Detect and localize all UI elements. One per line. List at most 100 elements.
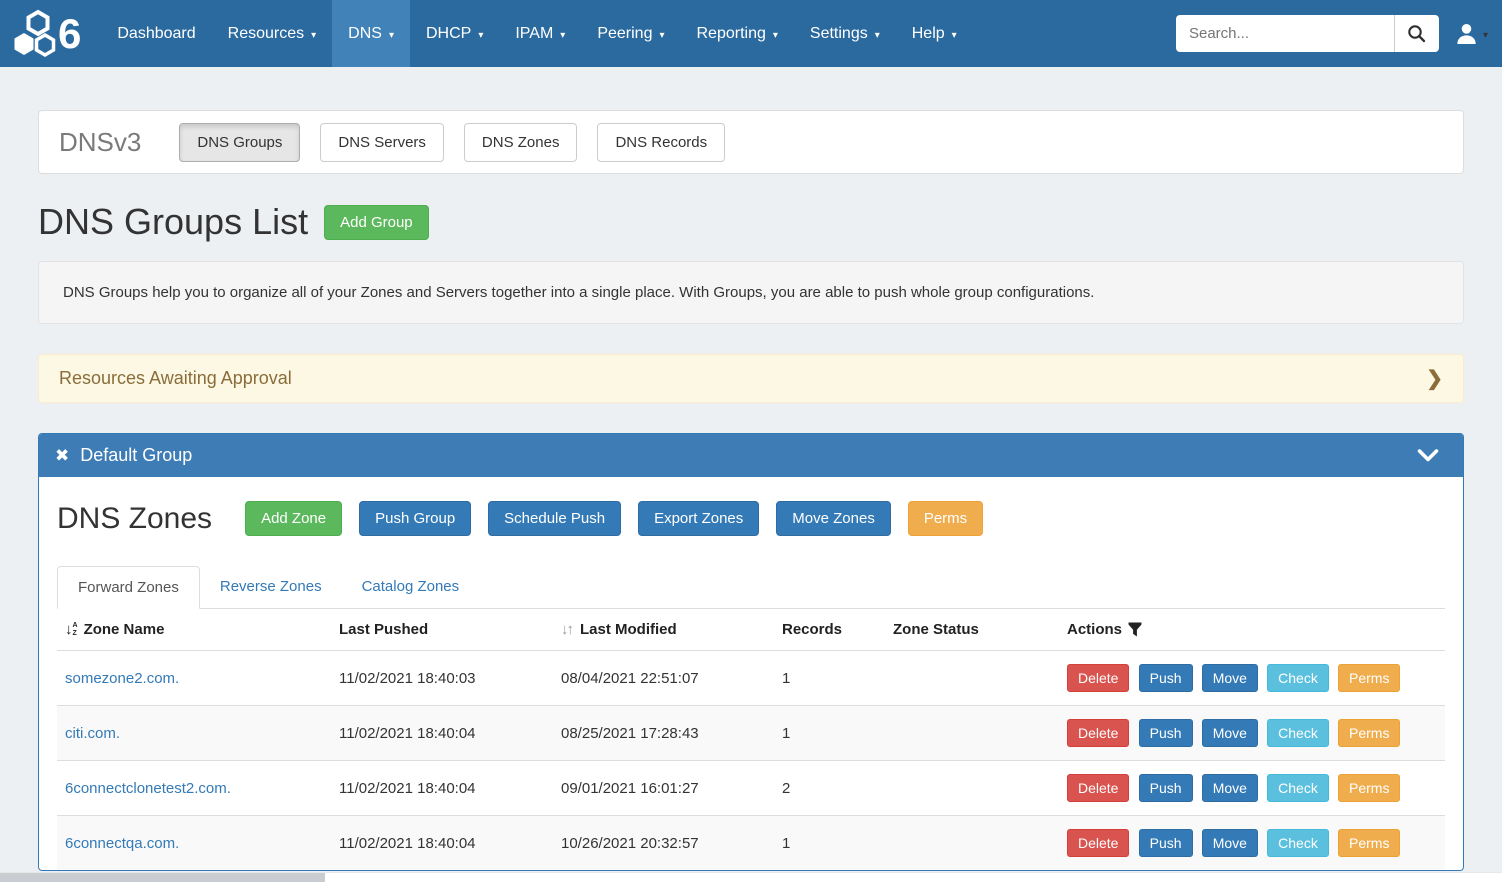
check-button[interactable]: Check xyxy=(1267,664,1329,692)
perms-button[interactable]: Perms xyxy=(1338,719,1400,747)
zone-link[interactable]: citi.com. xyxy=(65,725,120,742)
zone-status-cell xyxy=(885,706,1059,761)
delete-button[interactable]: Delete xyxy=(1067,719,1129,747)
nav-item-help[interactable]: Help ▾ xyxy=(896,0,973,67)
zone-status-cell xyxy=(885,651,1059,706)
sort-alpha-icon[interactable]: ↓ AZ xyxy=(65,622,78,637)
add-zone-button[interactable]: Add Zone xyxy=(245,501,342,536)
close-icon[interactable]: ✖ xyxy=(55,446,69,466)
main-nav: Dashboard Resources ▾ DNS ▾ DHCP ▾ IPAM … xyxy=(101,0,972,67)
nav-item-dhcp[interactable]: DHCP ▾ xyxy=(410,0,499,67)
export-zones-button[interactable]: Export Zones xyxy=(638,501,759,536)
table-row: 6connectqa.com. 11/02/2021 18:40:04 10/2… xyxy=(57,816,1445,871)
schedule-push-button[interactable]: Schedule Push xyxy=(488,501,621,536)
check-button[interactable]: Check xyxy=(1267,774,1329,802)
records-cell: 1 xyxy=(774,816,885,871)
zone-status-cell xyxy=(885,816,1059,871)
delete-button[interactable]: Delete xyxy=(1067,664,1129,692)
caret-down-icon: ▾ xyxy=(875,30,880,41)
subnav-button-dns-groups[interactable]: DNS Groups xyxy=(179,123,300,162)
push-button[interactable]: Push xyxy=(1139,829,1193,857)
resources-awaiting-approval-panel[interactable]: Resources Awaiting Approval ❯ xyxy=(38,354,1464,403)
last-modified-cell: 09/01/2021 16:01:27 xyxy=(553,761,774,816)
nav-item-ipam[interactable]: IPAM ▾ xyxy=(499,0,581,67)
last-modified-cell: 08/04/2021 22:51:07 xyxy=(553,651,774,706)
delete-button[interactable]: Delete xyxy=(1067,829,1129,857)
push-button[interactable]: Push xyxy=(1139,664,1193,692)
column-last-modified[interactable]: ↓↑ Last Modified xyxy=(553,609,774,651)
perms-button[interactable]: Perms xyxy=(1338,774,1400,802)
zone-cell: 6connectclonetest2.com. xyxy=(57,761,331,816)
column-label: Zone Status xyxy=(893,621,979,638)
records-cell: 1 xyxy=(774,706,885,761)
subnav-button-dns-zones[interactable]: DNS Zones xyxy=(464,123,578,162)
sort-updown-icon[interactable]: ↓↑ xyxy=(561,621,572,638)
caret-down-icon: ▾ xyxy=(560,30,565,41)
move-zones-button[interactable]: Move Zones xyxy=(776,501,891,536)
tab-forward-zones[interactable]: Forward Zones xyxy=(57,566,200,609)
table-row: somezone2.com. 11/02/2021 18:40:03 08/04… xyxy=(57,651,1445,706)
move-button[interactable]: Move xyxy=(1202,774,1258,802)
check-button[interactable]: Check xyxy=(1267,829,1329,857)
search-icon xyxy=(1407,24,1426,43)
nav-label: Help xyxy=(912,25,945,43)
nav-label: DNS xyxy=(348,25,382,43)
perms-group-button[interactable]: Perms xyxy=(908,501,983,536)
zone-status-cell xyxy=(885,761,1059,816)
column-zone-status[interactable]: Zone Status xyxy=(885,609,1059,651)
tab-catalog-zones[interactable]: Catalog Zones xyxy=(342,566,480,609)
column-last-pushed[interactable]: Last Pushed xyxy=(331,609,553,651)
zone-link[interactable]: 6connectclonetest2.com. xyxy=(65,780,231,797)
push-button[interactable]: Push xyxy=(1139,774,1193,802)
search-button[interactable] xyxy=(1394,15,1439,52)
tab-reverse-zones[interactable]: Reverse Zones xyxy=(200,566,342,609)
page-description: DNS Groups help you to organize all of y… xyxy=(38,261,1464,324)
nav-item-peering[interactable]: Peering ▾ xyxy=(581,0,680,67)
default-group-panel: ✖ Default Group DNS Zones Add Zone Push … xyxy=(38,433,1464,871)
column-records[interactable]: Records xyxy=(774,609,885,651)
move-button[interactable]: Move xyxy=(1202,664,1258,692)
default-group-header[interactable]: ✖ Default Group xyxy=(39,434,1463,477)
column-label: Actions xyxy=(1067,621,1122,638)
last-pushed-cell: 11/02/2021 18:40:04 xyxy=(331,706,553,761)
push-button[interactable]: Push xyxy=(1139,719,1193,747)
caret-down-icon: ▾ xyxy=(1483,30,1488,41)
subnav-button-dns-records[interactable]: DNS Records xyxy=(597,123,725,162)
page-title: DNS Groups List xyxy=(38,201,308,243)
filter-icon[interactable] xyxy=(1128,622,1142,637)
zone-link[interactable]: 6connectqa.com. xyxy=(65,835,179,852)
caret-down-icon: ▾ xyxy=(952,30,957,41)
zone-cell: somezone2.com. xyxy=(57,651,331,706)
collapse-toggle[interactable] xyxy=(1417,449,1447,462)
nav-item-dns[interactable]: DNS ▾ xyxy=(332,0,410,67)
perms-button[interactable]: Perms xyxy=(1338,829,1400,857)
search-input[interactable] xyxy=(1176,15,1394,52)
perms-button[interactable]: Perms xyxy=(1338,664,1400,692)
nav-item-settings[interactable]: Settings ▾ xyxy=(794,0,896,67)
nav-item-resources[interactable]: Resources ▾ xyxy=(212,0,333,67)
last-modified-cell: 08/25/2021 17:28:43 xyxy=(553,706,774,761)
add-group-button[interactable]: Add Group xyxy=(324,205,429,240)
caret-down-icon: ▾ xyxy=(773,30,778,41)
user-menu[interactable]: ▾ xyxy=(1455,22,1488,45)
zone-link[interactable]: somezone2.com. xyxy=(65,670,179,687)
zone-cell: 6connectqa.com. xyxy=(57,816,331,871)
brand-logo[interactable]: 6 xyxy=(0,0,101,67)
move-button[interactable]: Move xyxy=(1202,829,1258,857)
nav-label: Resources xyxy=(228,25,304,43)
subnav-button-dns-servers[interactable]: DNS Servers xyxy=(320,123,444,162)
table-row: 6connectclonetest2.com. 11/02/2021 18:40… xyxy=(57,761,1445,816)
nav-item-dashboard[interactable]: Dashboard xyxy=(101,0,211,67)
column-zone-name[interactable]: ↓ AZ Zone Name xyxy=(57,609,331,651)
group-title: Default Group xyxy=(80,445,192,466)
delete-button[interactable]: Delete xyxy=(1067,774,1129,802)
horizontal-scrollbar[interactable] xyxy=(0,872,1502,882)
move-button[interactable]: Move xyxy=(1202,719,1258,747)
scrollbar-thumb[interactable] xyxy=(0,873,325,882)
nav-label: Peering xyxy=(597,25,652,43)
check-button[interactable]: Check xyxy=(1267,719,1329,747)
push-group-button[interactable]: Push Group xyxy=(359,501,471,536)
zone-cell: citi.com. xyxy=(57,706,331,761)
caret-down-icon: ▾ xyxy=(478,30,483,41)
nav-item-reporting[interactable]: Reporting ▾ xyxy=(681,0,794,67)
